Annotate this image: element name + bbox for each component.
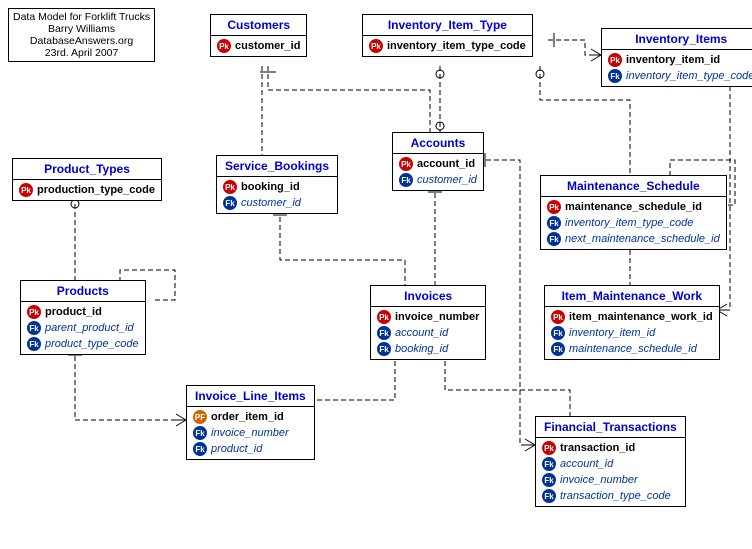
fk-icon: Fk [542, 489, 556, 503]
field-fk: customer_id [241, 197, 301, 209]
pk-icon: Pk [542, 441, 556, 455]
field-pk: maintenance_schedule_id [565, 201, 702, 213]
entity-title: Product_Types [13, 159, 161, 180]
entity-invoice-line-items: Invoice_Line_Items PF order_item_id Fkinv… [186, 385, 315, 460]
entity-title: Item_Maintenance_Work [545, 286, 719, 307]
pk-icon: Pk [377, 310, 391, 324]
field-fk: parent_product_id [45, 322, 134, 334]
fk-icon: Fk [399, 173, 413, 187]
field-pk: invoice_number [395, 311, 479, 323]
field-fk: transaction_type_code [560, 490, 671, 502]
fk-icon: Fk [551, 342, 565, 356]
entity-title: Products [21, 281, 145, 302]
pk-icon: Pk [223, 180, 237, 194]
info-title: Data Model for Forklift Trucks [13, 11, 150, 23]
field-pk: product_id [45, 306, 102, 318]
entity-title: Inventory_Items [602, 29, 752, 50]
fk-icon: Fk [193, 426, 207, 440]
info-box: Data Model for Forklift Trucks Barry Wil… [8, 8, 155, 62]
entity-title: Financial_Transactions [536, 417, 685, 438]
entity-title: Accounts [393, 133, 483, 154]
field-fk: inventory_item_type_code [626, 70, 752, 82]
fk-icon: Fk [547, 216, 561, 230]
field-pk: account_id [417, 158, 475, 170]
field-pf: order_item_id [211, 411, 284, 423]
field-fk: invoice_number [211, 427, 289, 439]
field-fk: account_id [560, 458, 613, 470]
fk-icon: Fk [377, 342, 391, 356]
entity-inventory-items: Inventory_Items Pk inventory_item_id Fkin… [601, 28, 752, 87]
field-pk: inventory_item_type_code [387, 40, 526, 52]
info-author: Barry Williams [13, 23, 150, 35]
entity-title: Invoice_Line_Items [187, 386, 314, 407]
entity-accounts: Accounts Pk account_id Fk customer_id [392, 132, 484, 191]
pk-icon: Pk [551, 310, 565, 324]
field-fk: inventory_item_id [569, 327, 655, 339]
entity-product-types: Product_Types Pk production_type_code [12, 158, 162, 201]
field-fk: product_id [211, 443, 262, 455]
entity-products: Products Pk product_id Fk parent_product_i… [20, 280, 146, 355]
pk-icon: Pk [399, 157, 413, 171]
pk-icon: Pk [547, 200, 561, 214]
field-pk: booking_id [241, 181, 300, 193]
pf-icon: PF [193, 410, 207, 424]
fk-icon: Fk [193, 442, 207, 456]
entity-title: Invoices [371, 286, 485, 307]
field-pk: item_maintenance_work_id [569, 311, 713, 323]
pk-icon: Pk [369, 39, 383, 53]
entity-title: Service_Bookings [217, 156, 337, 177]
info-site: DatabaseAnswers.org [13, 35, 150, 47]
fk-icon: Fk [377, 326, 391, 340]
entity-title: Maintenance_Schedule [541, 176, 726, 197]
pk-icon: Pk [608, 53, 622, 67]
field-fk: product_type_code [45, 338, 139, 350]
entity-financial-transactions: Financial_Transactions Pktransaction_id … [535, 416, 686, 507]
entity-service-bookings: Service_Bookings Pk booking_id Fk customer… [216, 155, 338, 214]
fk-icon: Fk [27, 321, 41, 335]
entity-inventory-item-type: Inventory_Item_Type Pk inventory_item_typ… [362, 14, 533, 57]
fk-icon: Fk [223, 196, 237, 210]
field-fk: account_id [395, 327, 448, 339]
field-fk: maintenance_schedule_id [569, 343, 697, 355]
field-pk: inventory_item_id [626, 54, 720, 66]
fk-icon: Fk [608, 69, 622, 83]
field-fk: invoice_number [560, 474, 638, 486]
pk-icon: Pk [27, 305, 41, 319]
info-date: 23rd. April 2007 [13, 47, 150, 59]
pk-icon: Pk [217, 39, 231, 53]
field-fk: inventory_item_type_code [565, 217, 693, 229]
fk-icon: Fk [542, 473, 556, 487]
fk-icon: Fk [551, 326, 565, 340]
field-pk: customer_id [235, 40, 300, 52]
field-fk: booking_id [395, 343, 448, 355]
entity-title: Customers [211, 15, 306, 36]
fk-icon: Fk [27, 337, 41, 351]
fk-icon: Fk [542, 457, 556, 471]
pk-icon: Pk [19, 183, 33, 197]
field-pk: production_type_code [37, 184, 155, 196]
entity-customers: Customers Pk customer_id [210, 14, 307, 57]
fk-icon: Fk [547, 232, 561, 246]
entity-maintenance-schedule: Maintenance_Schedule Pk maintenance_sched… [540, 175, 727, 250]
field-pk: transaction_id [560, 442, 635, 454]
entity-invoices: Invoices Pk invoice_number Fk account_id F… [370, 285, 486, 360]
entity-title: Inventory_Item_Type [363, 15, 532, 36]
field-fk: customer_id [417, 174, 477, 186]
entity-item-maintenance-work: Item_Maintenance_Work Pk item_maintenance… [544, 285, 720, 360]
field-fk: next_maintenance_schedule_id [565, 233, 720, 245]
